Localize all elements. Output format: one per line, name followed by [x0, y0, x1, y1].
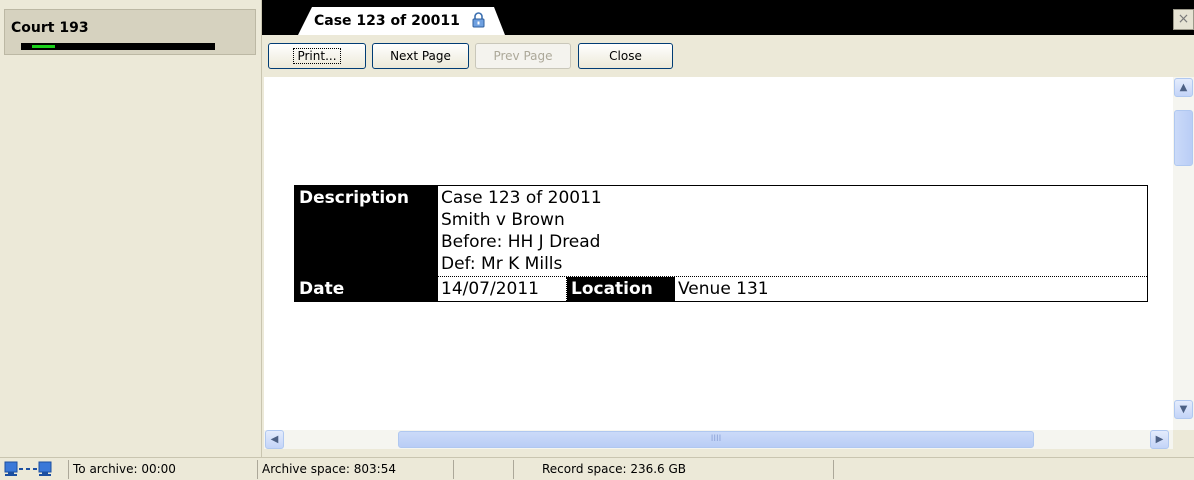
- tab-label: Case 123 of 20011: [314, 13, 460, 29]
- print-button[interactable]: Print...: [268, 43, 366, 69]
- scroll-down-icon[interactable]: ▼: [1174, 400, 1193, 419]
- toolbar: Print... Next Page Prev Page Close: [262, 35, 1194, 75]
- court-level-meter: [21, 43, 215, 50]
- document-viewport[interactable]: Description Case 123 of 20011 Smith v Br…: [264, 77, 1173, 430]
- vertical-scrollbar[interactable]: ▲ ▼: [1173, 77, 1194, 430]
- close-button-label: Close: [609, 49, 642, 63]
- lock-icon: [472, 12, 485, 28]
- scroll-corner: [1173, 430, 1194, 449]
- scroll-up-icon[interactable]: ▲: [1174, 78, 1193, 97]
- close-button[interactable]: Close: [578, 43, 673, 69]
- print-button-label: Print...: [293, 48, 341, 64]
- court-item[interactable]: Court 193: [4, 9, 256, 55]
- description-label: Description: [294, 185, 438, 277]
- description-value: Case 123 of 20011 Smith v Brown Before: …: [437, 185, 1148, 277]
- court-panel: Court 193: [0, 0, 262, 457]
- location-label: Location: [566, 276, 675, 302]
- next-page-button[interactable]: Next Page: [372, 43, 469, 69]
- date-value: 14/07/2011: [437, 276, 567, 302]
- network-connection-icon: [4, 461, 52, 476]
- close-tab-icon[interactable]: ×: [1173, 9, 1194, 30]
- next-page-label: Next Page: [390, 49, 451, 63]
- status-bar: To archive: 00:00 Archive space: 803:54 …: [0, 457, 1194, 480]
- horizontal-scroll-thumb[interactable]: IIII: [398, 431, 1034, 448]
- case-details-table: Description Case 123 of 20011 Smith v Br…: [294, 185, 1148, 302]
- status-cell-empty: [454, 460, 514, 479]
- vertical-scroll-thumb[interactable]: [1174, 110, 1193, 166]
- tab-case-document[interactable]: Case 123 of 20011: [298, 7, 505, 35]
- tab-strip: Case 123 of 20011 ×: [262, 0, 1194, 35]
- archive-space-status: Archive space: 803:54: [258, 460, 454, 479]
- scroll-left-icon[interactable]: ◀: [265, 430, 284, 449]
- scroll-right-icon[interactable]: ▶: [1150, 430, 1169, 449]
- description-line: Before: HH J Dread: [441, 232, 601, 252]
- location-value: Venue 131: [674, 276, 1148, 302]
- date-label: Date: [294, 276, 438, 302]
- record-space-status: Record space: 236.6 GB: [514, 460, 834, 479]
- court-title: Court 193: [11, 20, 89, 36]
- prev-page-label: Prev Page: [493, 49, 553, 63]
- court-level-meter-fill: [32, 45, 55, 48]
- prev-page-button[interactable]: Prev Page: [475, 43, 571, 69]
- description-line: Def: Mr K Mills: [441, 254, 563, 274]
- description-line: Smith v Brown: [441, 210, 565, 230]
- description-line: Case 123 of 20011: [441, 188, 602, 208]
- archive-time-status: To archive: 00:00: [68, 460, 258, 479]
- horizontal-scrollbar[interactable]: ◀ IIII ▶: [264, 430, 1173, 449]
